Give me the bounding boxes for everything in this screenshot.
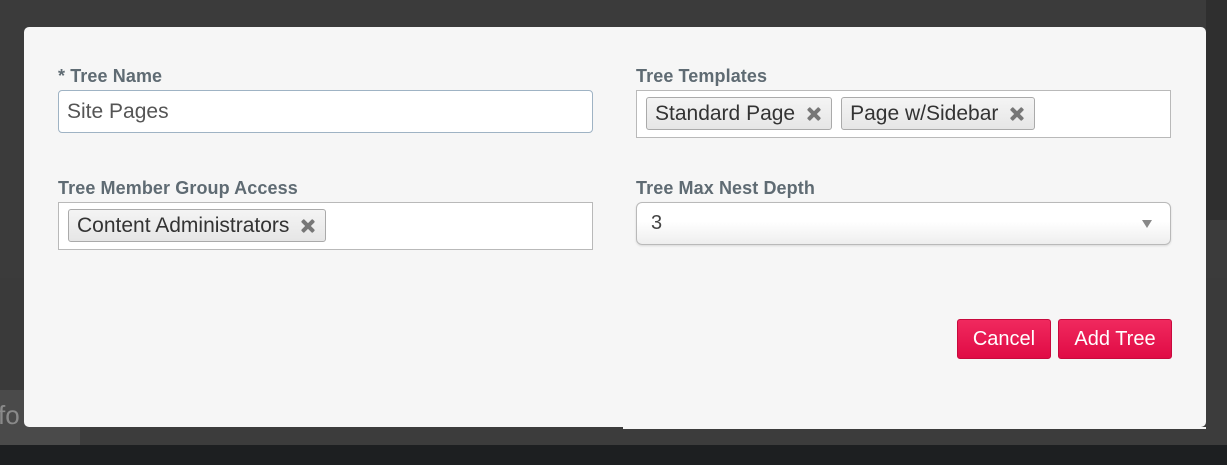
tag-content-administrators: Content Administrators: [68, 209, 327, 242]
max-nest-depth-label: Tree Max Nest Depth: [636, 178, 815, 198]
cancel-button[interactable]: Cancel: [957, 319, 1051, 359]
tree-templates-label: Tree Templates: [636, 66, 768, 86]
modal-bottom-edge: [623, 427, 1206, 429]
background-bottom-bar: [0, 445, 1227, 465]
tag-label: Page w/Sidebar: [850, 101, 999, 125]
close-x-icon[interactable]: [299, 217, 317, 235]
close-x-icon[interactable]: [805, 105, 823, 123]
max-nest-depth-field: Tree Max Nest Depth 3: [636, 177, 1171, 245]
background-partial-text: fo: [0, 400, 20, 430]
member-group-access-multiselect[interactable]: Content Administrators: [58, 202, 593, 250]
add-tree-modal: * Tree Name Tree Templates Standard Page…: [24, 27, 1206, 427]
tag-standard-page: Standard Page: [646, 97, 833, 130]
tree-name-input[interactable]: [58, 90, 593, 133]
member-group-access-field: Tree Member Group Access Content Adminis…: [58, 177, 593, 250]
member-group-access-label: Tree Member Group Access: [58, 178, 298, 198]
max-nest-depth-select[interactable]: 3: [636, 202, 1171, 245]
tag-page-w-sidebar: Page w/Sidebar: [841, 97, 1036, 130]
tree-name-label: * Tree Name: [58, 66, 163, 86]
tag-label: Standard Page: [655, 101, 796, 125]
tag-label: Content Administrators: [77, 213, 290, 237]
tree-templates-multiselect[interactable]: Standard Page Page w/Sidebar: [636, 90, 1171, 138]
tree-templates-field: Tree Templates Standard Page Page w/Side…: [636, 65, 1171, 138]
add-tree-button[interactable]: Add Tree: [1058, 319, 1172, 359]
caret-down-icon: [1142, 220, 1152, 228]
select-value: 3: [651, 212, 663, 234]
background-strip: [1206, 0, 1227, 220]
close-x-icon[interactable]: [1008, 105, 1026, 123]
tree-name-field: * Tree Name: [58, 65, 593, 133]
